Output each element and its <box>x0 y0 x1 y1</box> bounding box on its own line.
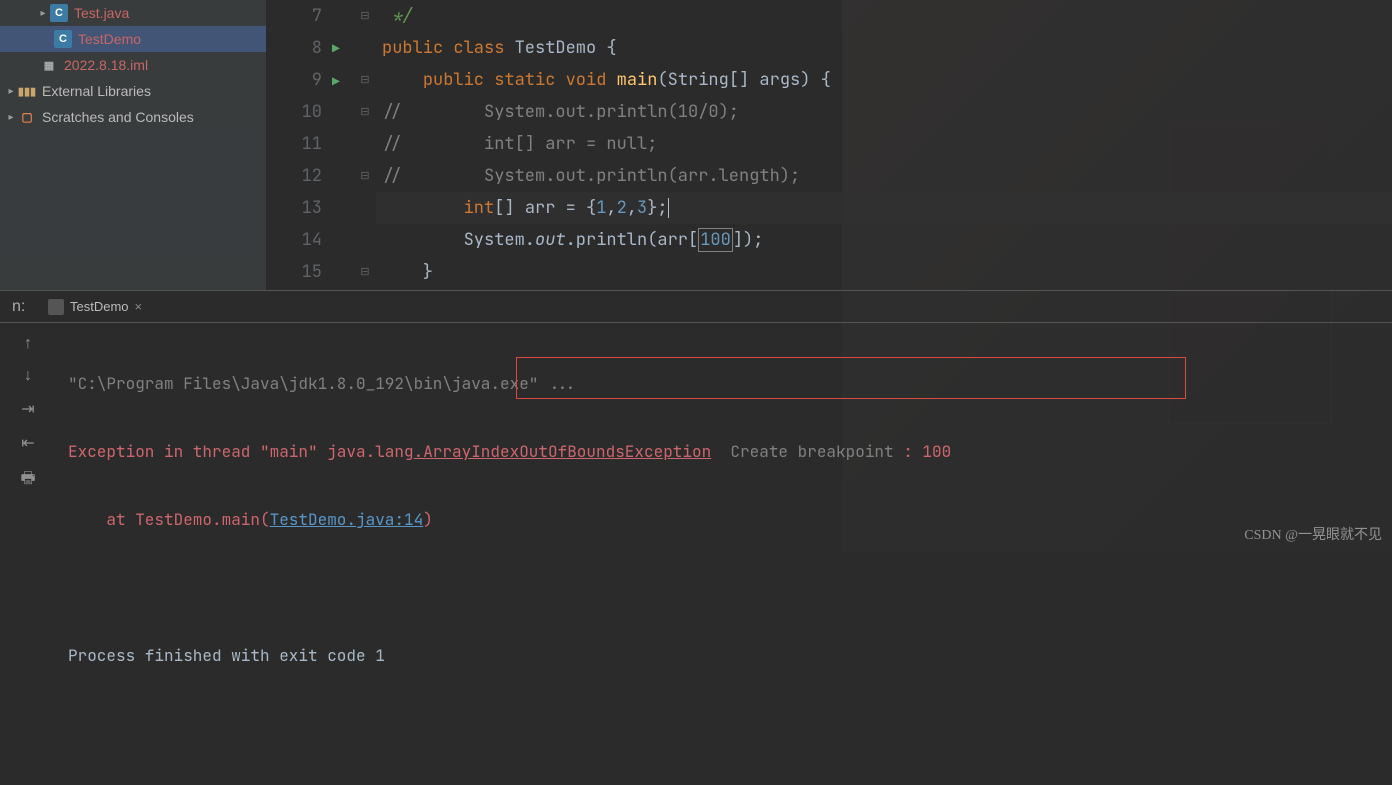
gutter-cell <box>332 258 354 290</box>
run-tab-label: TestDemo <box>70 299 129 314</box>
down-stack-icon[interactable]: ↓ <box>24 367 32 385</box>
gutter-cell <box>332 130 354 162</box>
line-number: 14 <box>266 224 322 256</box>
run-icon[interactable]: ▶ <box>332 65 354 98</box>
code-line[interactable]: public static void main(String[] args) { <box>376 64 1392 96</box>
create-breakpoint-hint[interactable]: Create breakpoint <box>711 441 903 462</box>
tree-item-label: Test.java <box>74 5 129 21</box>
exception-tail: : 100 <box>903 441 951 462</box>
tree-item-testdemo[interactable]: C TestDemo <box>0 26 266 52</box>
code-line[interactable]: } <box>376 256 1392 288</box>
code-line[interactable]: int[] arr = {1,2,3}; <box>376 192 1392 224</box>
gutter-cell <box>332 226 354 258</box>
close-icon[interactable]: × <box>135 299 143 314</box>
java-class-icon: C <box>50 4 68 22</box>
fold-toggle-icon[interactable]: ⊟ <box>354 160 376 192</box>
gutter-cell <box>354 32 376 64</box>
run-gutter[interactable]: ▶▶ <box>332 0 354 290</box>
line-number: 11 <box>266 128 322 160</box>
exception-class[interactable]: .ArrayIndexOutOfBoundsException <box>414 441 712 462</box>
tree-item-test-java[interactable]: ▸ C Test.java <box>0 0 266 26</box>
fold-toggle-icon[interactable]: ⊟ <box>354 0 376 32</box>
gutter-cell <box>332 194 354 226</box>
line-number: 12 <box>266 160 322 192</box>
source-link[interactable]: TestDemo.java:14 <box>270 509 424 530</box>
gutter-cell <box>354 128 376 160</box>
code-line[interactable]: // System.out.println(10/0); <box>376 96 1392 128</box>
process-exit-text: Process finished with exit code 1 <box>68 645 385 666</box>
gutter-cell <box>332 98 354 130</box>
code-line[interactable]: // System.out.println(arr.length); <box>376 160 1392 192</box>
tree-item-external-libraries[interactable]: ▸ ▮▮▮ External Libraries <box>0 78 266 104</box>
scroll-to-end-icon[interactable]: ⇤ <box>21 433 34 453</box>
scratches-icon <box>18 108 36 126</box>
console-body: ↑ ↓ ⇥ ⇤ 🖶 "C:\Program Files\Java\jdk1.8.… <box>0 323 1392 785</box>
tree-item-scratches[interactable]: ▸ Scratches and Consoles <box>0 104 266 130</box>
code-line[interactable]: // int[] arr = null; <box>376 128 1392 160</box>
console-line: Process finished with exit code 1 <box>68 639 1380 673</box>
console-line <box>68 571 1380 605</box>
run-icon[interactable]: ▶ <box>332 32 354 65</box>
line-number: 13 <box>266 192 322 224</box>
tree-item-iml[interactable]: ▦ 2022.8.18.iml <box>0 52 266 78</box>
run-tabs: n: TestDemo × <box>0 291 1392 323</box>
up-stack-icon[interactable]: ↑ <box>24 335 32 353</box>
line-number: 9 <box>266 64 322 96</box>
tree-item-label: 2022.8.18.iml <box>64 57 148 73</box>
code-line[interactable]: public class TestDemo { <box>376 32 1392 64</box>
library-icon: ▮▮▮ <box>18 82 36 100</box>
iml-file-icon: ▦ <box>40 56 58 74</box>
java-class-icon: C <box>54 30 72 48</box>
chevron-right-icon: ▸ <box>4 86 18 97</box>
chevron-right-icon: ▸ <box>36 8 50 19</box>
line-number: 15 <box>266 256 322 288</box>
line-number: 10 <box>266 96 322 128</box>
code-line[interactable]: System.out.println(arr[100]); <box>376 224 1392 256</box>
ide-layout: ▸ C Test.java C TestDemo ▦ 2022.8.18.iml… <box>0 0 1392 552</box>
top-area: ▸ C Test.java C TestDemo ▦ 2022.8.18.iml… <box>0 0 1392 290</box>
gutter-cell <box>354 192 376 224</box>
code-line[interactable]: */ <box>376 0 1392 32</box>
gutter-cell <box>332 162 354 194</box>
console-text: ... <box>548 373 577 394</box>
console-toolbar: ↑ ↓ ⇥ ⇤ 🖶 <box>0 323 56 785</box>
line-number: 7 <box>266 0 322 32</box>
tree-item-label: Scratches and Consoles <box>42 109 194 125</box>
print-icon[interactable]: 🖶 <box>20 467 35 494</box>
console-output[interactable]: "C:\Program Files\Java\jdk1.8.0_192\bin\… <box>56 323 1392 785</box>
gutter-cell <box>354 224 376 256</box>
line-number-gutter: 789101112131415 <box>266 0 332 290</box>
project-tree[interactable]: ▸ C Test.java C TestDemo ▦ 2022.8.18.iml… <box>0 0 266 290</box>
chevron-right-icon: ▸ <box>4 112 18 123</box>
exception-text: Exception in thread "main" java.lang <box>68 441 414 462</box>
tree-item-label: External Libraries <box>42 83 151 99</box>
tree-item-label: TestDemo <box>78 31 141 47</box>
code-editor[interactable]: 789101112131415 ▶▶ ⊟ ⊟⊟ ⊟ ⊟ */public cla… <box>266 0 1392 290</box>
line-number: 8 <box>266 32 322 64</box>
fold-toggle-icon[interactable]: ⊟ <box>354 64 376 96</box>
console-line: "C:\Program Files\Java\jdk1.8.0_192\bin\… <box>68 367 1380 401</box>
soft-wrap-icon[interactable]: ⇥ <box>21 399 34 419</box>
fold-toggle-icon[interactable]: ⊟ <box>354 96 376 128</box>
run-label-prefix: n: <box>12 298 34 316</box>
console-text: "C:\Program Files\Java\jdk1.8.0_192\bin\… <box>68 373 548 394</box>
stacktrace-text: ) <box>423 509 433 530</box>
stacktrace-text: at TestDemo.main( <box>68 509 270 530</box>
console-line: Exception in thread "main" java.lang.Arr… <box>68 435 1380 469</box>
run-tab-testdemo[interactable]: TestDemo × <box>44 297 146 317</box>
fold-toggle-icon[interactable]: ⊟ <box>354 256 376 288</box>
watermark: CSDN @一晃眼就不见 <box>1244 524 1382 544</box>
gutter-cell <box>332 0 354 32</box>
code-area[interactable]: */public class TestDemo { public static … <box>376 0 1392 290</box>
run-config-icon <box>48 299 64 315</box>
fold-gutter[interactable]: ⊟ ⊟⊟ ⊟ ⊟ <box>354 0 376 290</box>
console-line: at TestDemo.main(TestDemo.java:14) <box>68 503 1380 537</box>
run-tool-window: n: TestDemo × ↑ ↓ ⇥ ⇤ 🖶 "C:\Program File… <box>0 290 1392 785</box>
